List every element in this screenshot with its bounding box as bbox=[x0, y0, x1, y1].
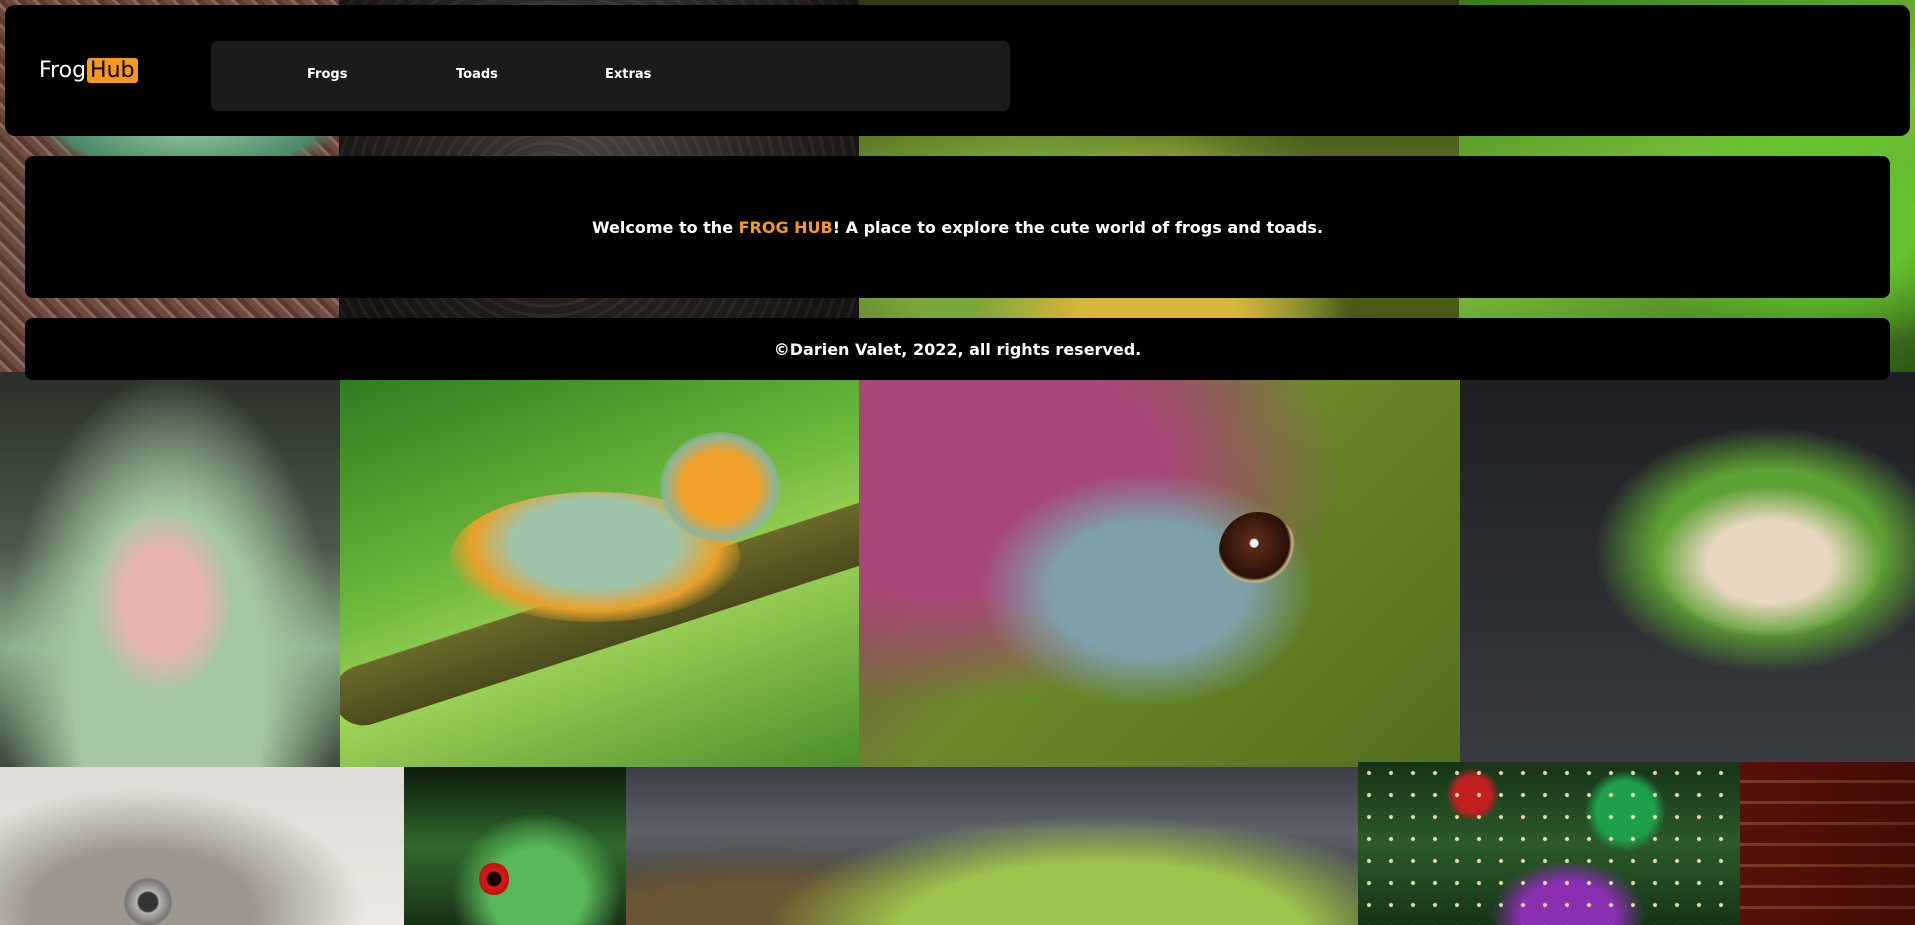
nav-item-frogs[interactable]: Frogs bbox=[307, 67, 347, 82]
welcome-text-prefix: Welcome to the bbox=[591, 217, 739, 237]
blue-frog-photo bbox=[859, 372, 1460, 767]
site-logo[interactable]: Frog Hub bbox=[39, 58, 138, 83]
welcome-highlight: FROG HUB bbox=[738, 217, 833, 237]
copyright-footer: ©Darien Valet, 2022, all rights reserved… bbox=[25, 318, 1890, 380]
main-nav: Frogs Toads Extras bbox=[211, 41, 1010, 111]
christmas-tree-photo bbox=[1358, 762, 1740, 925]
red-eyed-frog-photo bbox=[404, 767, 626, 925]
welcome-banner: Welcome to the FROG HUB! A place to expl… bbox=[25, 156, 1890, 298]
sand-toad-photo bbox=[0, 767, 404, 925]
nav-item-toads[interactable]: Toads bbox=[456, 67, 498, 82]
logo-text-hub: Hub bbox=[87, 58, 138, 83]
flying-frogs-photo bbox=[340, 372, 859, 767]
copyright-text: ©Darien Valet, 2022, all rights reserved… bbox=[773, 339, 1142, 359]
brick-wall-photo bbox=[1740, 762, 1915, 925]
pink-frog-photo bbox=[0, 372, 340, 767]
welcome-text-suffix: ! A place to explore the cute world of f… bbox=[832, 217, 1324, 237]
green-tree-frog-photo bbox=[1460, 372, 1915, 767]
site-header: Frog Hub Frogs Toads Extras bbox=[5, 5, 1910, 136]
terrarium-frogs-photo bbox=[626, 767, 1358, 925]
logo-text-frog: Frog bbox=[39, 58, 87, 83]
nav-item-extras[interactable]: Extras bbox=[605, 67, 651, 82]
